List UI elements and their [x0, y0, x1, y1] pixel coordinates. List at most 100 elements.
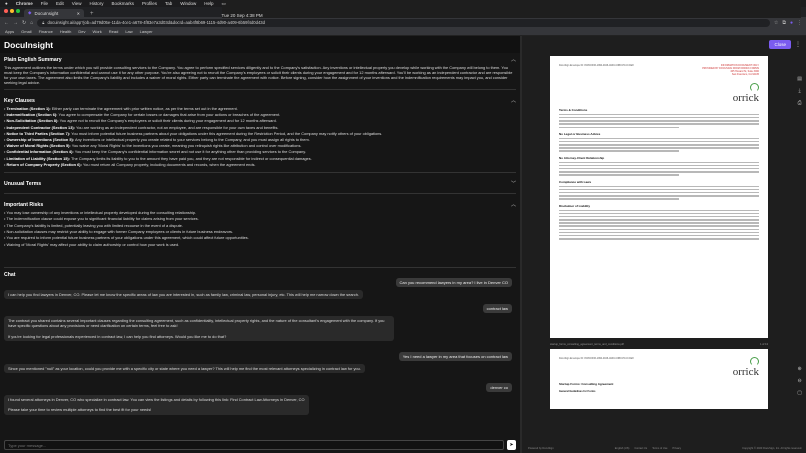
clause-title: Independent Contractor (Section 13):	[6, 124, 75, 130]
star-icon[interactable]: ☆	[774, 20, 778, 26]
chevron-up-icon[interactable]: ︿	[511, 56, 516, 63]
bookmark-item[interactable]: Work	[93, 29, 102, 34]
bookmark-item[interactable]: Read	[109, 29, 119, 34]
address-bar[interactable]: 🔒︎ docuinsight.ai/app?job=ad79d05e-11da-…	[37, 18, 770, 27]
risks-header[interactable]: Important Risks ︿	[4, 198, 516, 210]
profile-icon[interactable]: ●	[790, 20, 793, 26]
pdf-section-heading: No Attorney-Client Relationship	[559, 155, 605, 160]
bookmark-item[interactable]: Apps	[5, 29, 14, 34]
pdf-text-line	[559, 168, 759, 170]
print-icon[interactable]: ⎙	[798, 100, 802, 106]
close-window-button[interactable]	[4, 9, 8, 13]
back-icon[interactable]: ←	[4, 20, 9, 26]
risk-text: You are required to inform potential fut…	[6, 235, 249, 241]
risk-text: Waiving of 'Moral Rights' may affect you…	[6, 241, 180, 247]
summary-header[interactable]: Plain English Summary ︿	[4, 53, 516, 65]
chat-message-user: denver co	[486, 383, 512, 392]
footer-link[interactable]: Privacy	[672, 447, 681, 450]
clock[interactable]: Tue 20 Sep 4:38 PM	[222, 13, 801, 18]
zoom-in-icon[interactable]: ⊕	[798, 366, 802, 372]
reload-icon[interactable]: ↻	[22, 20, 26, 26]
divider	[4, 172, 516, 174]
unusual-terms-heading: Unusual Terms	[4, 180, 42, 187]
key-clauses-header[interactable]: Key Clauses ︿	[4, 94, 516, 106]
pdf-viewer[interactable]: DocuSign Envelope ID: 8C8C0F36-1990-4946…	[550, 56, 768, 436]
pdf-text-line	[559, 137, 759, 140]
bookmark-item[interactable]: Law	[125, 29, 132, 34]
battery-icon[interactable]: ▭	[222, 1, 801, 7]
chevron-down-icon[interactable]: ﹀	[511, 180, 516, 187]
close-tab-icon[interactable]: ✕	[77, 11, 80, 16]
footer-link[interactable]: Contact Us	[634, 447, 647, 450]
pdf-heading: Startup Forms: Consulting Agreement	[559, 382, 614, 386]
risks-heading: Important Risks	[4, 201, 44, 208]
chat-message-bot: The contract you shared contains several…	[4, 316, 394, 341]
forward-icon[interactable]: →	[13, 20, 18, 26]
home-icon[interactable]: ⌂	[30, 20, 33, 26]
summary-text: This agreement outlines the terms under …	[4, 65, 513, 85]
pdf-text-line	[559, 191, 759, 194]
more-options-icon[interactable]: ⋮	[795, 41, 801, 48]
extensions-icon[interactable]: ⧉	[782, 20, 786, 26]
apple-icon[interactable]: ●	[5, 1, 8, 6]
window-controls	[4, 9, 20, 13]
pdf-watermark-text: INFORMATION DOCUMENT ONLY PROVIDED BY DO…	[702, 64, 759, 76]
bookmark-item[interactable]: Lawyer	[140, 29, 153, 34]
pdf-text-line	[559, 212, 759, 215]
clause-title: Confidential Information (Section 4):	[6, 149, 74, 155]
toolbar: ← → ↻ ⌂ 🔒︎ docuinsight.ai/app?job=ad79d0…	[0, 17, 806, 28]
menu-view[interactable]: View	[72, 1, 82, 6]
document-panel: Close ⋮ DocuSign Envelope ID: 8C8C0F36-1…	[522, 36, 806, 453]
menu-bookmarks[interactable]: Bookmarks	[111, 1, 134, 6]
chrome-menu-icon[interactable]: ⋮	[797, 20, 802, 26]
analysis-scroll[interactable]: Plain English Summary ︿ This agreement o…	[0, 53, 520, 265]
footer-link[interactable]: English (US)	[615, 447, 630, 450]
fit-page-icon[interactable]: ▢	[797, 390, 802, 396]
bookmark-item[interactable]: Gmail	[21, 29, 31, 34]
menu-profiles[interactable]: Profiles	[142, 1, 157, 6]
app-title: DocuInsight	[4, 39, 54, 50]
unusual-terms-header[interactable]: Unusual Terms ﹀	[4, 177, 516, 189]
chevron-up-icon[interactable]: ︿	[511, 97, 516, 104]
chat-input[interactable]	[4, 440, 504, 450]
menu-tab[interactable]: Tab	[165, 1, 172, 6]
clause-text: You agree not to recruit the Company's e…	[59, 118, 277, 124]
risks-list: • You may lose ownership of any inventio…	[4, 210, 516, 248]
panel-resize-handle[interactable]	[4, 267, 516, 268]
menu-help[interactable]: Help	[204, 1, 213, 6]
pdf-page: DocuSign Envelope ID: 8C8C0F36-1990-4946…	[550, 56, 768, 338]
zoom-out-icon[interactable]: ⊖	[798, 378, 802, 384]
clause-text: You agree to compensate the Company for …	[58, 112, 281, 118]
bookmark-item[interactable]: Health	[60, 29, 72, 34]
bookmark-item[interactable]: Dev	[78, 29, 85, 34]
menu-history[interactable]: History	[89, 1, 103, 6]
footer-link[interactable]: Terms of Use	[652, 447, 667, 450]
powered-by: Powered by DocuSign	[528, 447, 554, 450]
pdf-body: No Legal or Business Advice No Attorney-C…	[559, 113, 759, 240]
menu-edit[interactable]: Edit	[56, 1, 64, 6]
menu-file[interactable]: File	[41, 1, 48, 6]
minimize-window-button[interactable]	[10, 9, 14, 13]
chat-panel: Chat Can you recommend lawyers in my are…	[0, 270, 520, 453]
document-icon[interactable]: ▤	[797, 76, 802, 82]
pdf-header: DocuSign Envelope ID: 8C8C0F36-1990-4946…	[559, 357, 759, 360]
pdf-text-line	[559, 235, 759, 237]
clause-title: Termination (Section 1):	[6, 106, 51, 111]
menu-chrome[interactable]: Chrome	[16, 1, 33, 6]
risk-text: Non-solicitation clauses may restrict yo…	[6, 228, 234, 234]
bookmark-item[interactable]: Finance	[39, 29, 53, 34]
close-button[interactable]: Close	[769, 40, 791, 49]
send-button[interactable]: ➤	[507, 440, 516, 450]
maximize-window-button[interactable]	[16, 9, 20, 13]
pdf-text-line	[559, 171, 759, 173]
browser-tab[interactable]: ◆ DocuInsight ✕	[24, 9, 84, 17]
new-tab-button[interactable]: +	[87, 11, 97, 17]
download-icon[interactable]: ⤓	[799, 88, 801, 94]
menu-window[interactable]: Window	[180, 1, 196, 6]
pdf-section-heading: No Legal or Business Advice	[559, 131, 601, 136]
zoom-tools: ⊕ ⊖ ▢	[797, 366, 802, 396]
chevron-up-icon[interactable]: ︿	[511, 201, 516, 208]
logo-mark-icon	[750, 83, 759, 92]
app-window: DocuInsight Plain English Summary ︿ This…	[0, 36, 806, 453]
clause-title: Return of Company Property (Section 6):	[6, 161, 82, 167]
